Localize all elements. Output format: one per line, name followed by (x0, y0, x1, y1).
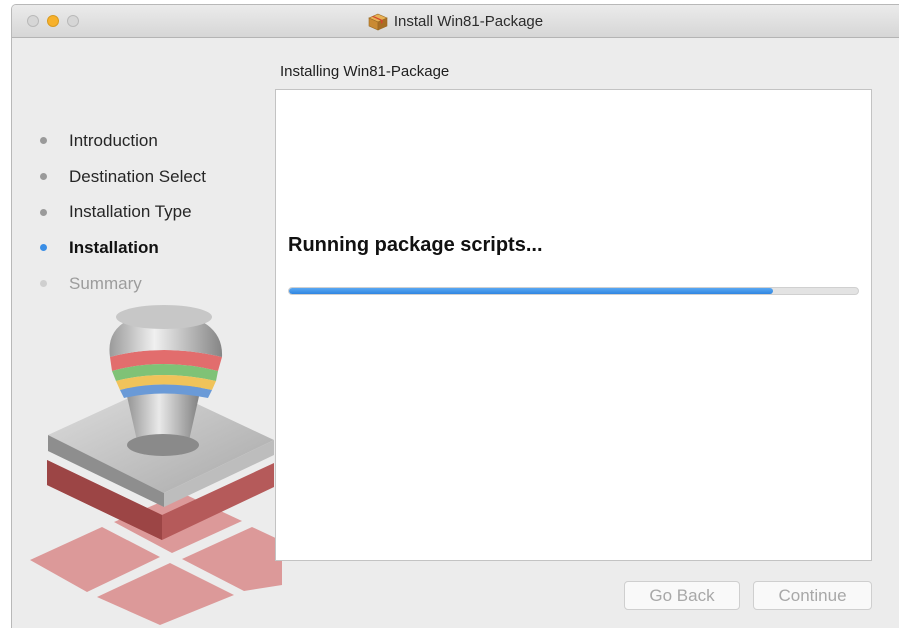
step-installation: Installation (40, 230, 206, 266)
title-bar[interactable]: Install Win81-Package (12, 5, 899, 38)
step-installation-type: Installation Type (40, 194, 206, 230)
window-title-group: Install Win81-Package (12, 5, 899, 38)
step-bullet-icon (40, 280, 47, 288)
step-introduction: Introduction (40, 123, 206, 159)
status-text: Running package scripts... (288, 234, 543, 256)
package-icon (368, 13, 388, 30)
step-destination-select: Destination Select (40, 159, 206, 195)
step-bullet-icon (40, 173, 47, 181)
step-label: Destination Select (69, 166, 207, 186)
step-bullet-icon (40, 137, 47, 145)
section-title: Installing Win81-Package (280, 63, 450, 80)
installer-stamp-icon (30, 305, 282, 625)
progress-bar (288, 287, 859, 295)
installer-window: Install Win81-Package Installing Win81-P… (11, 4, 899, 628)
step-label: Installation (69, 237, 159, 257)
progress-fill (289, 288, 773, 294)
go-back-button[interactable]: Go Back (624, 581, 740, 610)
step-label: Installation Type (69, 202, 192, 222)
step-label: Introduction (69, 130, 158, 150)
step-bullet-icon (40, 208, 47, 216)
window-title: Install Win81-Package (393, 13, 544, 30)
step-bullet-icon (40, 244, 47, 252)
content-panel: Running package scripts... (275, 89, 872, 561)
installer-steps: Introduction Destination Select Installa… (40, 123, 206, 301)
continue-button[interactable]: Continue (753, 581, 872, 610)
step-label: Summary (69, 273, 142, 293)
